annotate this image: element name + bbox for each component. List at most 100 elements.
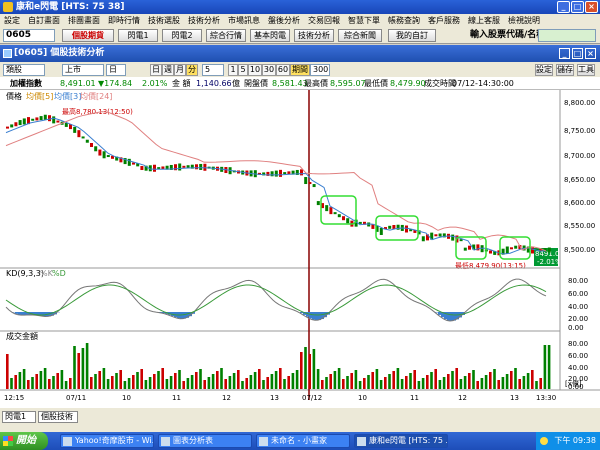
basic-flash-button[interactable]: 基本閃電 bbox=[250, 29, 290, 42]
ma-fast-line bbox=[5, 117, 546, 255]
x-axis-label: 10 bbox=[358, 394, 367, 402]
sub-close-button[interactable]: × bbox=[585, 48, 596, 59]
market-select[interactable]: 上市 bbox=[62, 64, 104, 76]
tab-stock-tech[interactable]: 個股技術 bbox=[38, 411, 78, 423]
price-change-pct: 2.01% bbox=[142, 79, 168, 88]
technical-chart[interactable]: 價格 均價[5] 均價[3] 均價[24] 最高8,780.13(12:50) … bbox=[0, 90, 600, 408]
minimize-button[interactable]: _ bbox=[557, 1, 570, 13]
menu-item[interactable]: 智慧下單 bbox=[344, 14, 384, 27]
taskbar-item-chart[interactable]: 圖表分析表 bbox=[158, 434, 252, 448]
taskbar-item-paint[interactable]: 未命名 - 小畫家 bbox=[256, 434, 350, 448]
minute-button[interactable]: 分 bbox=[186, 64, 198, 76]
category-select[interactable]: 類股 bbox=[3, 64, 45, 76]
volume-bar bbox=[291, 373, 295, 389]
interval-10-button[interactable]: 10 bbox=[248, 64, 262, 76]
close-button[interactable]: × bbox=[585, 1, 598, 13]
volume-bar bbox=[493, 369, 496, 389]
volume-bar bbox=[442, 377, 446, 389]
ma24-legend: 均價[24] bbox=[80, 91, 112, 101]
candle bbox=[127, 158, 131, 166]
amount-label: 金 額 bbox=[172, 79, 191, 88]
period-select[interactable]: 日 bbox=[106, 64, 126, 76]
menu-item[interactable]: 技術分析 bbox=[184, 14, 224, 27]
volume-bar bbox=[119, 370, 122, 389]
kd-oversold-fill bbox=[315, 312, 318, 321]
menu-item[interactable]: 排團畫面 bbox=[64, 14, 104, 27]
interval-5-button[interactable]: 5 bbox=[238, 64, 248, 76]
menu-item[interactable]: 即時行情 bbox=[104, 14, 144, 27]
daily-button[interactable]: 日 bbox=[150, 64, 162, 76]
monthly-button[interactable]: 月 bbox=[174, 64, 186, 76]
count-input[interactable]: 300 bbox=[310, 64, 330, 76]
news-button[interactable]: 綜合新聞 bbox=[338, 29, 382, 42]
search-input[interactable] bbox=[538, 29, 596, 42]
price-change: ▼174.84 bbox=[98, 79, 133, 88]
stock-code-select[interactable]: 0605 bbox=[3, 29, 55, 42]
settings-button[interactable]: 設定 bbox=[535, 64, 553, 76]
candle bbox=[48, 115, 51, 122]
volume-bar bbox=[426, 375, 429, 389]
maximize-button[interactable]: □ bbox=[571, 1, 584, 13]
period-label-button[interactable]: 期間 bbox=[290, 64, 310, 76]
candle bbox=[468, 245, 471, 250]
tech-analysis-button[interactable]: 技術分析 bbox=[294, 29, 334, 42]
interval-60-button[interactable]: 60 bbox=[276, 64, 290, 76]
amount-value: 1,140.66 bbox=[196, 79, 232, 88]
volume-bar bbox=[447, 374, 450, 389]
menu-item[interactable]: 設定 bbox=[0, 14, 24, 27]
candle bbox=[438, 233, 442, 237]
volume-bar bbox=[262, 380, 265, 389]
tab-flash1[interactable]: 閃電1 bbox=[2, 411, 36, 423]
start-button[interactable]: 開始 bbox=[0, 432, 48, 450]
volume-bar bbox=[115, 373, 118, 389]
menu-item[interactable]: 市場訊息 bbox=[224, 14, 264, 27]
minute-select[interactable]: 5 bbox=[202, 64, 224, 76]
volume-bar bbox=[371, 372, 374, 389]
chart-canvas[interactable]: 價格 均價[5] 均價[3] 均價[24] 最高8,780.13(12:50) … bbox=[0, 90, 600, 408]
interval-30-button[interactable]: 30 bbox=[262, 64, 276, 76]
market-overview-button[interactable]: 綜合行情 bbox=[206, 29, 246, 42]
weekly-button[interactable]: 週 bbox=[162, 64, 174, 76]
candle bbox=[106, 155, 110, 158]
menu-item[interactable]: 檢視說明 bbox=[504, 14, 544, 27]
stock-futures-button[interactable]: 個股期貨 bbox=[62, 29, 114, 42]
menu-item[interactable]: 自訂畫面 bbox=[24, 14, 64, 27]
current-pct-label: -2.01% bbox=[537, 258, 562, 266]
tools-button[interactable]: 工具 bbox=[577, 64, 595, 76]
volume-bar bbox=[354, 370, 358, 389]
menu-item[interactable]: 交易回報 bbox=[304, 14, 344, 27]
volume-bar bbox=[22, 369, 26, 389]
taskbar-item-hts[interactable]: 康和e閃電 [HTS: 75 ... bbox=[354, 434, 448, 448]
candle bbox=[405, 225, 408, 233]
menu-item[interactable]: 線上客服 bbox=[464, 14, 504, 27]
sub-minimize-button[interactable]: _ bbox=[559, 48, 570, 59]
interval-1-button[interactable]: 1 bbox=[228, 64, 238, 76]
subwindow-titlebar: [0605] 個股技術分析 _ □ × bbox=[0, 45, 600, 62]
save-button[interactable]: 儲存 bbox=[556, 64, 574, 76]
my-custom-button[interactable]: 我的自訂 bbox=[388, 29, 436, 42]
volume-bar bbox=[287, 376, 290, 389]
x-axis-label: 07/12 bbox=[302, 394, 322, 402]
candle bbox=[316, 201, 320, 206]
taskbar-item-browser[interactable]: Yahoo!奇摩股市 - Wi... bbox=[60, 434, 154, 448]
candle bbox=[77, 130, 81, 138]
flash1-button[interactable]: 閃電1 bbox=[118, 29, 158, 42]
candle bbox=[39, 116, 43, 121]
sub-maximize-button[interactable]: □ bbox=[572, 48, 583, 59]
menu-item[interactable]: 盤後分析 bbox=[264, 14, 304, 27]
menu-item[interactable]: 客戶服務 bbox=[424, 14, 464, 27]
clock: 下午 09:38 bbox=[554, 436, 596, 445]
menu-item[interactable]: 技術選股 bbox=[144, 14, 184, 27]
task-label: 圖表分析表 bbox=[173, 436, 213, 445]
candle bbox=[14, 122, 18, 127]
task-label: Yahoo!奇摩股市 - Wi... bbox=[75, 436, 154, 445]
menu-item[interactable]: 帳務查詢 bbox=[384, 14, 424, 27]
flash2-button[interactable]: 閃電2 bbox=[162, 29, 202, 42]
volume-bar bbox=[325, 377, 328, 389]
volume-bar bbox=[308, 354, 311, 389]
last-price: 8,491.01 bbox=[60, 79, 96, 88]
volume-bar bbox=[60, 370, 64, 389]
kd-y-label: 0.00 bbox=[568, 324, 584, 332]
volume-bar bbox=[6, 354, 9, 389]
volume-bar bbox=[211, 374, 215, 389]
